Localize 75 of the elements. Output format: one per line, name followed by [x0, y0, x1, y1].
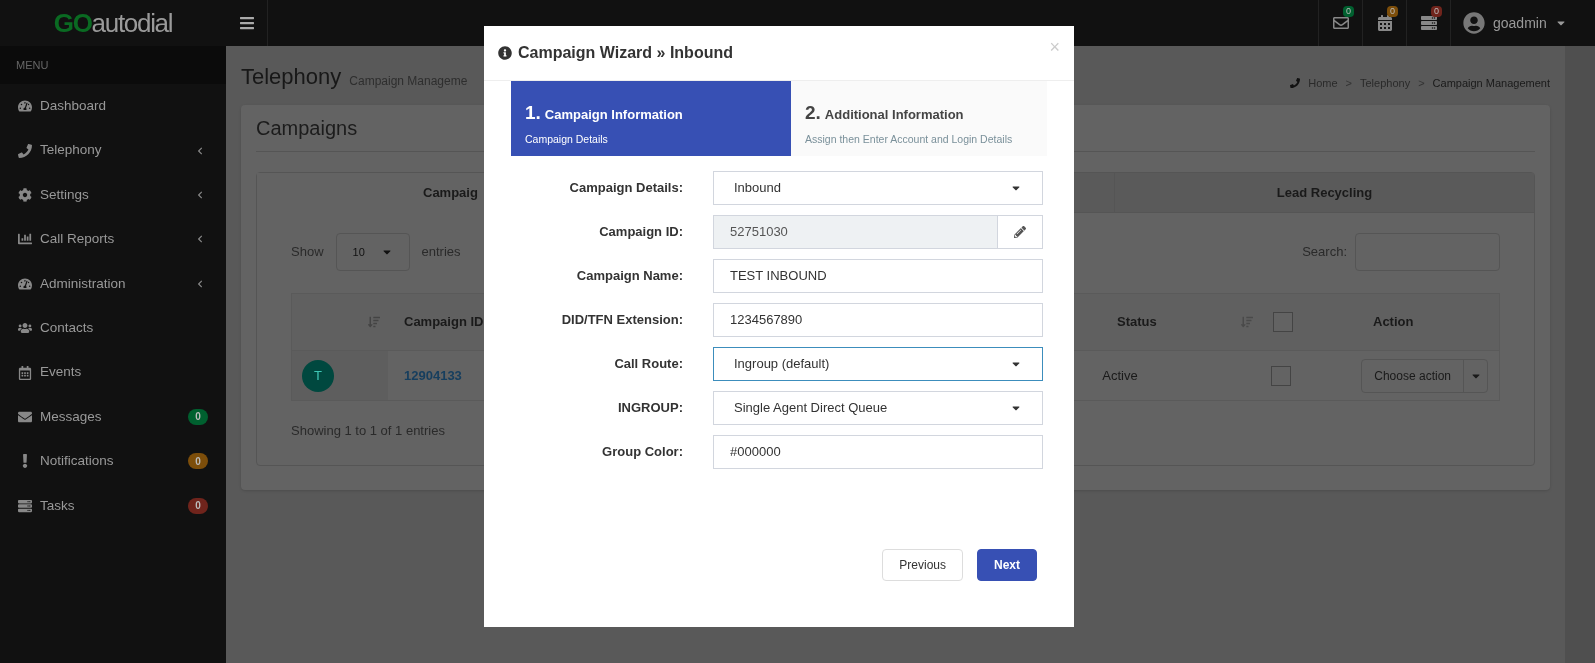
dialog-title: Campaign Wizard » Inbound	[518, 43, 733, 63]
sidebar-item[interactable]: Dashboard	[0, 84, 226, 129]
calendar-icon	[18, 365, 32, 380]
menu-icon	[238, 15, 255, 31]
pencil-icon	[1014, 226, 1026, 238]
tasks-icon	[1420, 15, 1437, 31]
next-button[interactable]: Next	[977, 549, 1037, 581]
sidebar-item[interactable]: Telephony	[0, 128, 226, 173]
notification-button[interactable]: 0	[1318, 0, 1362, 46]
tasks-icon	[18, 498, 32, 513]
count-badge: 0	[1431, 6, 1442, 17]
avatar: T	[302, 359, 334, 392]
chevron-icon	[196, 190, 204, 199]
sidebar-item[interactable]: Call Reports	[0, 217, 226, 262]
show-label: Show	[291, 243, 324, 262]
entries-label: entries	[421, 243, 461, 262]
status-cell-text: Active	[1102, 366, 1139, 385]
breadcrumb-separator: >	[1418, 75, 1425, 91]
row-checkbox[interactable]	[1271, 365, 1292, 386]
notification-button[interactable]: 0	[1406, 0, 1450, 46]
chevron-icon	[196, 279, 204, 288]
sidebar-item[interactable]: Events	[0, 350, 226, 395]
phone-icon	[1290, 77, 1301, 88]
search-label: Search:	[1302, 243, 1347, 262]
input-field[interactable]: 1234567890	[713, 303, 1043, 337]
field-label: Call Route:	[613, 355, 683, 374]
chevron-icon	[196, 146, 204, 155]
phone-icon	[18, 143, 32, 158]
count-badge: 0	[188, 497, 208, 514]
sidebar-item[interactable]: Tasks 0	[0, 483, 226, 528]
input-field[interactable]: #000000	[713, 435, 1043, 469]
sidebar-item[interactable]: Settings	[0, 172, 226, 218]
bar-chart-icon	[18, 232, 32, 247]
settings-icon	[18, 187, 32, 202]
wizard-step[interactable]: 1. Campaign Information Campaign Details	[511, 81, 791, 156]
sidebar-item[interactable]: Messages 0	[0, 394, 226, 440]
count-badge: 0	[1387, 6, 1398, 17]
menu-heading: MENU	[0, 46, 226, 84]
chevron-icon	[196, 235, 204, 244]
notification-button[interactable]: 0	[1362, 0, 1406, 46]
input-field[interactable]: 52751030	[713, 215, 998, 249]
field-label: Campaign Name:	[575, 267, 683, 286]
field-label: DID/TFN Extension:	[560, 311, 683, 330]
avatar-icon	[1463, 12, 1485, 34]
input-field[interactable]: TEST INBOUND	[713, 259, 1043, 293]
wizard-step[interactable]: 2. Additional Information Assign then Enter Account and Login Details	[791, 81, 1047, 156]
scrollbar-track[interactable]	[1565, 46, 1595, 663]
sidebar-item[interactable]: Contacts	[0, 305, 226, 351]
logo[interactable]: GOautodial	[0, 0, 226, 46]
users-icon	[18, 321, 32, 336]
field-label: Group Color:	[601, 443, 683, 462]
table-info: Showing 1 to 1 of 1 entries	[291, 422, 446, 440]
calendar-icon	[1376, 15, 1393, 31]
envelope-icon	[1332, 15, 1349, 31]
sidebar-item[interactable]: Notifications 0	[0, 439, 226, 484]
sort-icon[interactable]	[368, 316, 380, 328]
count-badge: 0	[188, 453, 208, 470]
previous-button[interactable]: Previous	[882, 549, 963, 581]
count-badge: 0	[188, 408, 208, 425]
select-all-checkbox[interactable]	[1273, 312, 1293, 332]
envelope-icon	[18, 409, 32, 424]
breadcrumb-separator: >	[1345, 75, 1352, 91]
page-title: Telephony	[241, 63, 342, 91]
dashboard-icon	[18, 276, 32, 291]
select-field[interactable]: Single Agent Direct Queue	[713, 391, 1043, 425]
info-icon	[498, 46, 512, 60]
field-label: INGROUP:	[617, 399, 683, 418]
select-field[interactable]: Ingroup (default)	[713, 347, 1043, 381]
user-menu[interactable]: goadmin	[1450, 0, 1595, 46]
sidebar-item[interactable]: Administration	[0, 261, 226, 306]
edit-button[interactable]	[998, 215, 1043, 249]
select-field[interactable]: Inbound	[713, 171, 1043, 205]
count-badge: 0	[1343, 6, 1354, 17]
field-label: Campaign ID:	[598, 223, 683, 242]
dashboard-icon	[18, 99, 32, 114]
